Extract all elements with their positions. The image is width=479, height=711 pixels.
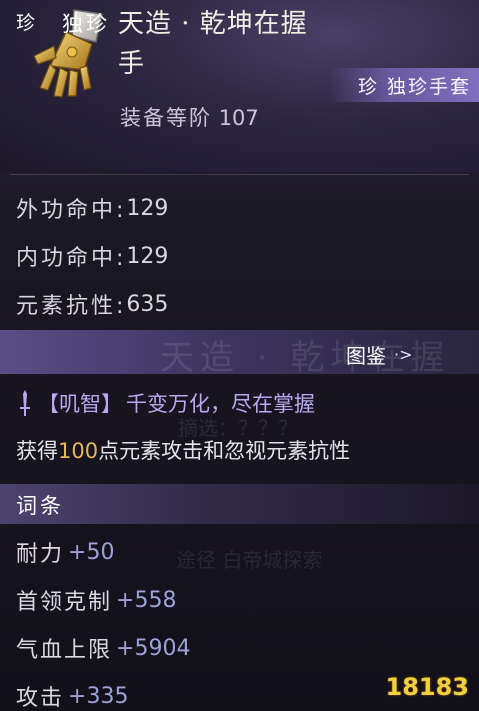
entry-row: 耐力 +50: [16, 528, 190, 576]
stat-row: 外功命中: 129: [16, 184, 168, 232]
site-watermark: 18183: [385, 673, 470, 701]
equip-rank-label: 装备等阶: [120, 106, 212, 130]
entry-row: 气血上限 +5904: [16, 624, 190, 672]
item-title: 天造 · 乾坤在握 手: [118, 4, 358, 84]
stat-list: 外功命中: 129 内功命中: 129 元素抗性: 635: [16, 184, 168, 328]
entry-row: 攻击 +335: [16, 672, 190, 711]
entries-header-bar: [0, 484, 479, 524]
sword-icon: [20, 390, 30, 416]
entries-title: 词条: [16, 494, 64, 518]
unique-quality-icon: 珍: [16, 12, 36, 34]
codex-button-label: 图鉴: [346, 344, 386, 368]
skill-desc-before: 获得: [16, 439, 58, 463]
divider: [10, 174, 469, 175]
skill-desc-after: 点元素攻击和忽视元素抗性: [98, 439, 351, 463]
stat-value: 129: [126, 195, 169, 221]
entry-label: 首领克制: [16, 590, 113, 615]
entry-label: 攻击: [16, 686, 65, 711]
entry-value: +5904: [116, 635, 191, 661]
skill-name: 【叽智】: [38, 392, 122, 416]
skill-tagline: 千变万化，尽在掌握: [126, 392, 315, 416]
skill-description: 获得100点元素攻击和忽视元素抗性: [16, 435, 350, 465]
stat-row: 内功命中: 129: [16, 232, 168, 280]
codex-button[interactable]: 图鉴 ·>: [346, 340, 413, 369]
entry-value: +335: [68, 683, 129, 709]
ghost-text: 途径 白帝城探索: [176, 548, 323, 572]
entry-value: +50: [68, 539, 115, 565]
chevron-right-icon: ·>: [394, 345, 413, 364]
stat-value: 129: [126, 243, 169, 269]
skill-desc-number: 100: [58, 439, 99, 463]
unique-label: 独珍: [62, 12, 110, 36]
stat-label: 元素抗性:: [16, 294, 127, 319]
item-title-line1: 天造 · 乾坤在握: [118, 9, 308, 39]
stat-row: 元素抗性: 635: [16, 280, 168, 328]
entry-label: 耐力: [16, 542, 65, 567]
item-title-line2: 手: [118, 49, 146, 79]
item-tooltip-panel: 天造 · 乾坤在握 手 珍 独珍手套 装备等阶 107 外功命中: 129 内功…: [0, 0, 479, 711]
entry-list: 耐力 +50 首领克制 +558 气血上限 +5904 攻击 +335: [16, 528, 190, 711]
equip-rank-value: 107: [218, 106, 259, 130]
entry-row: 首领克制 +558: [16, 576, 190, 624]
stat-label: 内功命中:: [16, 246, 127, 271]
entry-value: +558: [116, 587, 177, 613]
stat-label: 外功命中:: [16, 198, 127, 223]
stat-value: 635: [126, 291, 169, 317]
entry-label: 气血上限: [16, 638, 113, 663]
quality-tag-text: 珍 独珍手套: [357, 75, 471, 98]
quality-tag: 珍 独珍手套: [329, 68, 479, 102]
equip-rank: 装备等阶 107: [120, 102, 259, 132]
skill-line: 【叽智】 千变万化，尽在掌握: [16, 388, 315, 418]
